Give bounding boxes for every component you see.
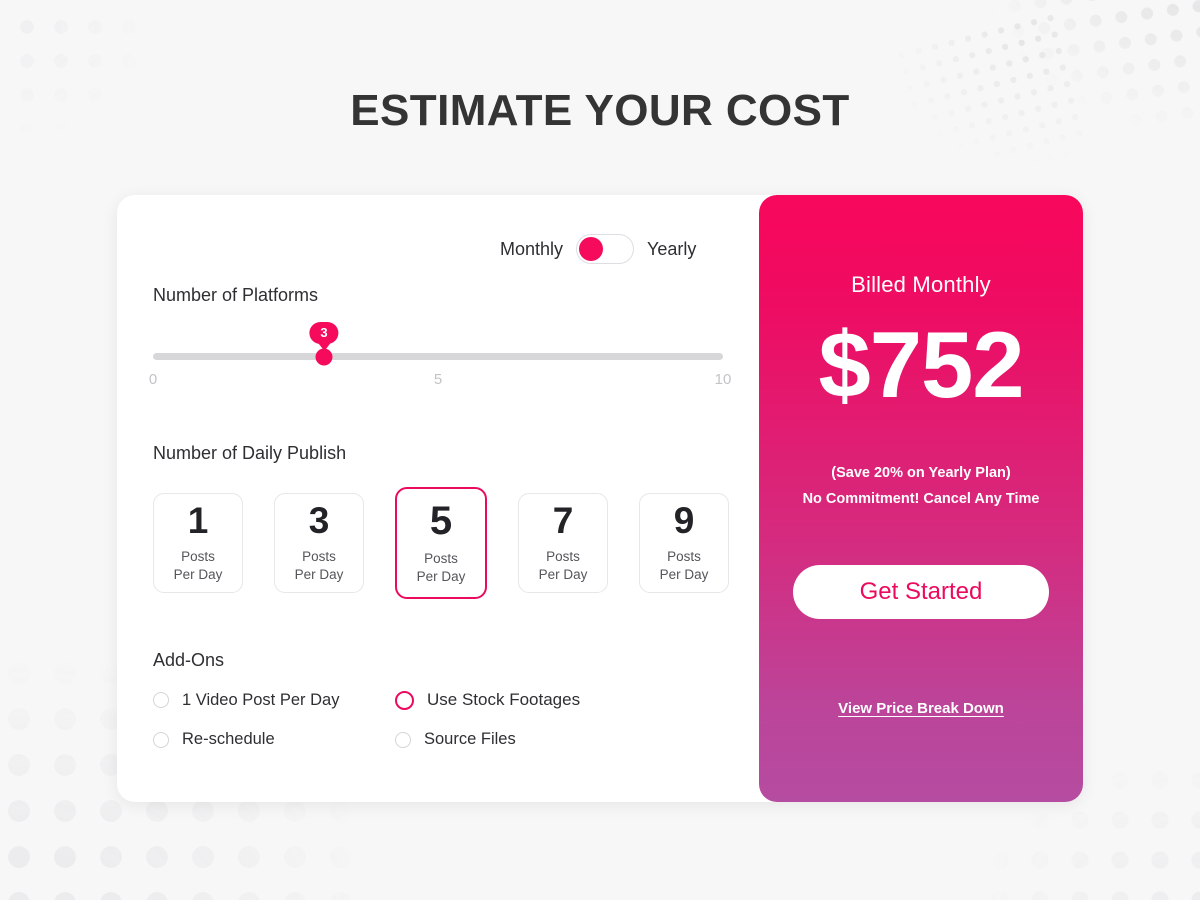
publish-option-count: 9 bbox=[673, 500, 695, 542]
slider-tick-label: 5 bbox=[433, 371, 443, 388]
price-summary-panel: Billed Monthly $752 (Save 20% on Yearly … bbox=[759, 195, 1083, 802]
publish-option-unit: Posts Per Day bbox=[416, 550, 466, 584]
publish-option-unit: Posts Per Day bbox=[538, 549, 588, 582]
publish-option-9[interactable]: 9 Posts Per Day bbox=[639, 493, 729, 593]
radio-icon[interactable] bbox=[395, 731, 411, 748]
estimator-options-panel: Monthly Yearly Number of Platforms 3 0 5 1… bbox=[117, 195, 759, 802]
platforms-section-label: Number of Platforms bbox=[153, 285, 319, 305]
publish-option-unit: Posts Per Day bbox=[659, 549, 709, 582]
addon-item[interactable]: Use Stock Footages bbox=[395, 690, 637, 710]
publish-option-unit: Posts Per Day bbox=[294, 549, 344, 582]
daily-publish-options: 1 Posts Per Day 3 Posts Per Day 5 Posts Per Day 7… bbox=[153, 487, 733, 599]
price-amount: $752 bbox=[818, 312, 1024, 417]
addon-item[interactable]: Re-schedule bbox=[153, 730, 395, 749]
publish-option-count: 7 bbox=[552, 500, 574, 542]
addons-section-label: Add-Ons bbox=[153, 650, 225, 670]
savings-note: (Save 20% on Yearly Plan) bbox=[831, 465, 1011, 481]
addon-item-label: Use Stock Footages bbox=[427, 690, 581, 709]
publish-option-unit: Posts Per Day bbox=[173, 549, 223, 582]
addon-item-label: 1 Video Post Per Day bbox=[182, 690, 340, 709]
publish-option-count: 1 bbox=[187, 500, 209, 542]
slider-tick-label: 10 bbox=[714, 371, 732, 388]
platforms-slider-ticks: 0 5 10 bbox=[149, 371, 732, 389]
get-started-button[interactable]: Get Started bbox=[793, 565, 1049, 619]
platforms-slider-wrapper: 3 0 5 10 bbox=[149, 322, 732, 389]
cost-estimator-card: Monthly Yearly Number of Platforms 3 0 5 1… bbox=[117, 195, 1083, 802]
publish-option-5[interactable]: 5 Posts Per Day bbox=[395, 487, 487, 599]
billed-period-label: Billed Monthly bbox=[851, 272, 991, 297]
publish-option-count: 5 bbox=[429, 498, 453, 543]
toggle-knob bbox=[579, 237, 604, 261]
billing-monthly-label[interactable]: Monthly bbox=[500, 239, 563, 260]
radio-icon[interactable] bbox=[395, 690, 414, 710]
page-title: ESTIMATE YOUR COST bbox=[350, 86, 850, 135]
publish-option-3[interactable]: 3 Posts Per Day bbox=[274, 493, 364, 593]
platforms-slider-thumb[interactable] bbox=[315, 348, 333, 365]
publish-option-7[interactable]: 7 Posts Per Day bbox=[518, 493, 608, 593]
view-price-breakdown-link[interactable]: View Price Break Down bbox=[759, 700, 1083, 717]
radio-icon[interactable] bbox=[153, 692, 169, 708]
platforms-slider-value-bubble: 3 bbox=[309, 322, 339, 344]
radio-icon[interactable] bbox=[153, 731, 169, 748]
addon-item-label: Source Files bbox=[424, 730, 516, 748]
addons-options: 1 Video Post Per Day Use Stock Footages Re… bbox=[153, 690, 673, 749]
platforms-slider-track[interactable]: 3 bbox=[153, 322, 723, 365]
commitment-note: No Commitment! Cancel Any Time bbox=[802, 491, 1040, 507]
billing-period-toggle[interactable] bbox=[576, 234, 635, 264]
addon-item-label: Re-schedule bbox=[182, 730, 275, 748]
publish-option-1[interactable]: 1 Posts Per Day bbox=[153, 493, 243, 593]
addon-item[interactable]: Source Files bbox=[395, 730, 637, 749]
billing-yearly-label[interactable]: Yearly bbox=[647, 239, 696, 260]
billing-period-toggle-group: Monthly Yearly bbox=[500, 234, 696, 264]
slider-tick-label: 0 bbox=[148, 371, 158, 388]
addon-item[interactable]: 1 Video Post Per Day bbox=[153, 690, 395, 710]
publish-option-count: 3 bbox=[308, 500, 330, 542]
daily-publish-section-label: Number of Daily Publish bbox=[153, 443, 347, 463]
